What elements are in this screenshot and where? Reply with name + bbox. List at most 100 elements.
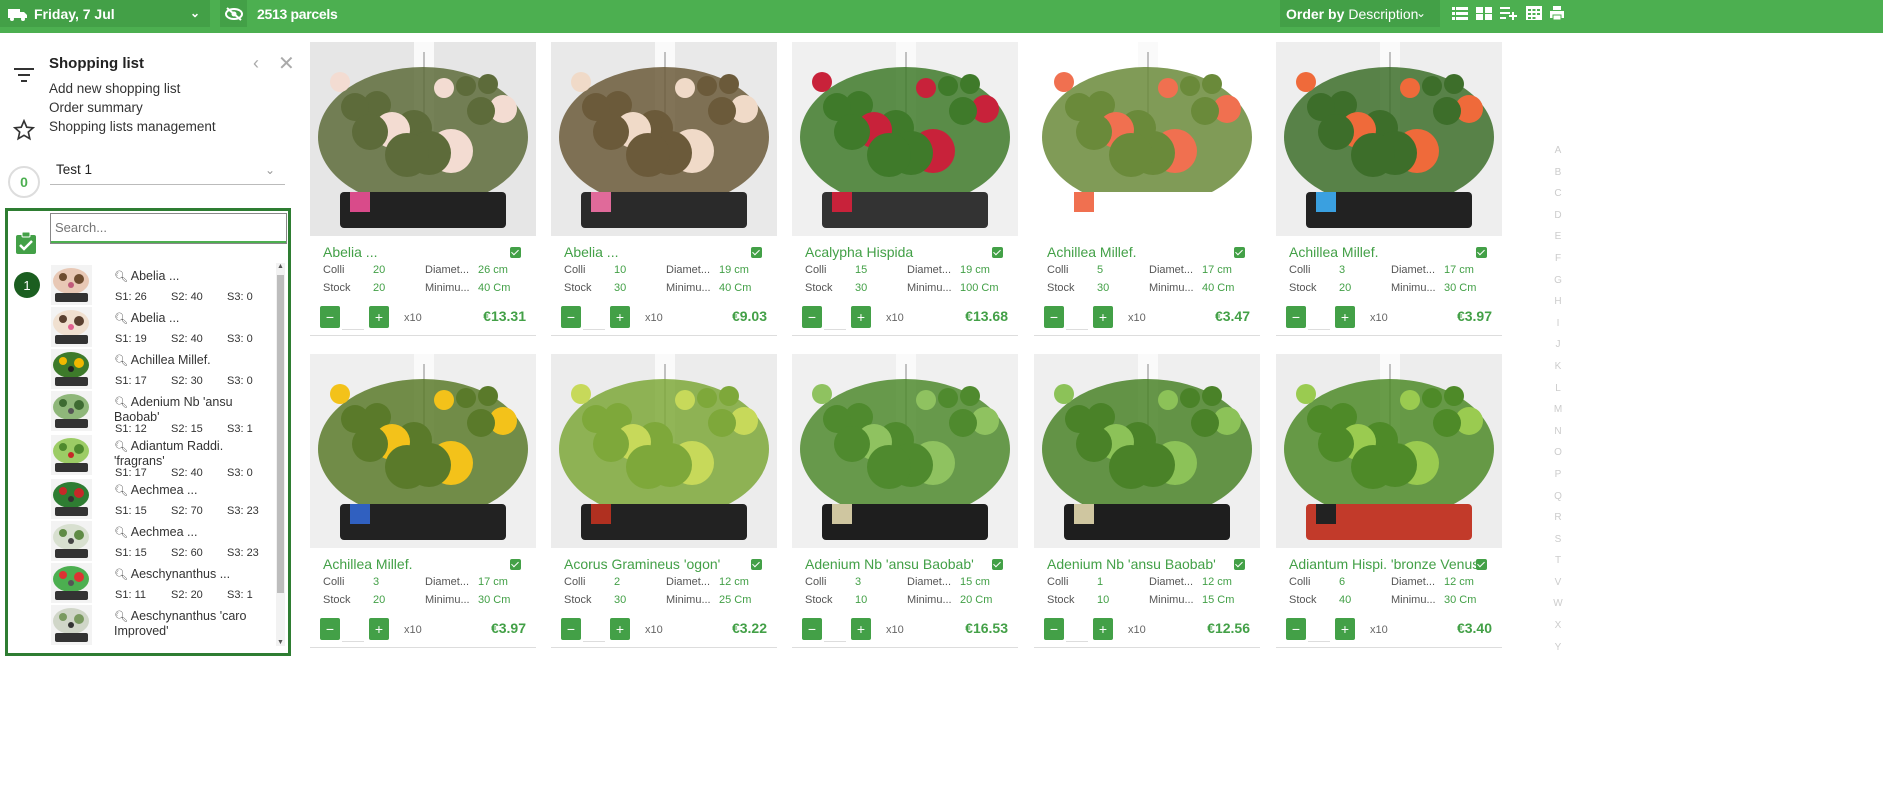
quantity-input[interactable] — [583, 304, 605, 330]
list-item[interactable]: 🔍︎ Abelia ... S1: 26 S2: 40 S3: 0 — [51, 263, 273, 305]
list-view-icon[interactable] — [1452, 5, 1468, 21]
product-card[interactable]: Abelia ... Colli 20 Diamet... 26 cm Stoc… — [310, 42, 536, 340]
increase-button[interactable]: + — [1335, 618, 1355, 640]
product-photo[interactable] — [792, 42, 1018, 236]
increase-button[interactable]: + — [1335, 306, 1355, 328]
alphabet-letter[interactable]: Y — [1551, 637, 1565, 659]
checkbox-checked-icon[interactable] — [1234, 247, 1245, 258]
star-icon[interactable] — [13, 119, 35, 141]
list-item-name[interactable]: 🔍︎ Adenium Nb 'ansu Baobab' — [114, 395, 273, 424]
product-photo[interactable] — [551, 354, 777, 548]
list-item[interactable]: 🔍︎ Aechmea ... S1: 15 S2: 60 S3: 23 — [51, 519, 273, 561]
decrease-button[interactable]: − — [320, 306, 340, 328]
list-item-name[interactable]: 🔍︎ Aechmea ... — [114, 483, 273, 498]
decrease-button[interactable]: − — [1044, 618, 1064, 640]
alphabet-letter[interactable]: N — [1551, 421, 1565, 443]
filter-icon[interactable] — [14, 67, 34, 83]
list-item-name[interactable]: 🔍︎ Abelia ... — [114, 269, 273, 284]
increase-button[interactable]: + — [369, 306, 389, 328]
product-name[interactable]: Acorus Gramineus 'ogon' — [564, 556, 754, 572]
product-name[interactable]: Adenium Nb 'ansu Baobab' — [1047, 556, 1237, 572]
product-name[interactable]: Acalypha Hispida — [805, 244, 995, 260]
checkbox-checked-icon[interactable] — [1476, 247, 1487, 258]
product-photo[interactable] — [310, 42, 536, 236]
product-card[interactable]: Achillea Millef. Colli 3 Diamet... 17 cm… — [1276, 42, 1502, 340]
alphabet-letter[interactable]: M — [1551, 399, 1565, 421]
product-card[interactable]: Abelia ... Colli 10 Diamet... 19 cm Stoc… — [551, 42, 777, 340]
scrollbar[interactable]: ▲ ▼ — [276, 263, 285, 646]
alphabet-letter[interactable]: E — [1551, 226, 1565, 248]
alphabet-letter[interactable]: T — [1551, 550, 1565, 572]
product-card[interactable]: Adiantum Hispi. 'bronze Venus Colli 6 Di… — [1276, 354, 1502, 652]
quantity-input[interactable] — [342, 616, 364, 642]
alphabet-letter[interactable]: X — [1551, 615, 1565, 637]
list-item[interactable]: 🔍︎ Aeschynanthus 'caro Improved' — [51, 603, 273, 646]
decrease-button[interactable]: − — [320, 618, 340, 640]
alphabet-letter[interactable]: H — [1551, 291, 1565, 313]
alphabet-letter[interactable]: Q — [1551, 486, 1565, 508]
product-photo[interactable] — [1276, 42, 1502, 236]
alphabet-letter[interactable]: G — [1551, 270, 1565, 292]
increase-button[interactable]: + — [851, 306, 871, 328]
quantity-input[interactable] — [1066, 616, 1088, 642]
product-card[interactable]: Adenium Nb 'ansu Baobab' Colli 1 Diamet.… — [1034, 354, 1260, 652]
list-item-name[interactable]: 🔍︎ Achillea Millef. — [114, 353, 273, 368]
product-name[interactable]: Achillea Millef. — [1289, 244, 1479, 260]
scroll-down-icon[interactable]: ▼ — [277, 639, 284, 646]
product-card[interactable]: Achillea Millef. Colli 3 Diamet... 17 cm… — [310, 354, 536, 652]
product-name[interactable]: Abelia ... — [323, 244, 513, 260]
alphabet-letter[interactable]: B — [1551, 162, 1565, 184]
alphabet-letter[interactable]: K — [1551, 356, 1565, 378]
order-summary-link[interactable]: Order summary — [49, 100, 143, 115]
quantity-input[interactable] — [1308, 304, 1330, 330]
increase-button[interactable]: + — [369, 618, 389, 640]
scroll-up-icon[interactable]: ▲ — [277, 263, 284, 270]
calendar-view-icon[interactable] — [1526, 5, 1542, 21]
checkbox-checked-icon[interactable] — [992, 247, 1003, 258]
alphabet-letter[interactable]: S — [1551, 529, 1565, 551]
product-photo[interactable] — [551, 42, 777, 236]
product-name[interactable]: Achillea Millef. — [323, 556, 513, 572]
decrease-button[interactable]: − — [1044, 306, 1064, 328]
checkbox-checked-icon[interactable] — [1234, 559, 1245, 570]
product-photo[interactable] — [792, 354, 1018, 548]
product-photo[interactable] — [1276, 354, 1502, 548]
grid-view-icon[interactable] — [1476, 5, 1492, 21]
product-photo[interactable] — [1034, 42, 1260, 236]
quantity-input[interactable] — [824, 616, 846, 642]
date-selector[interactable]: Friday, 7 Jul ⌄ — [0, 0, 210, 27]
list-item[interactable]: 🔍︎ Adiantum Raddi. 'fragrans' S1: 17 S2:… — [51, 433, 273, 479]
checkbox-checked-icon[interactable] — [510, 559, 521, 570]
quantity-input[interactable] — [1308, 616, 1330, 642]
alphabet-letter[interactable]: W — [1551, 593, 1565, 615]
decrease-button[interactable]: − — [802, 618, 822, 640]
product-card[interactable]: Achillea Millef. Colli 5 Diamet... 17 cm… — [1034, 42, 1260, 340]
increase-button[interactable]: + — [851, 618, 871, 640]
alphabet-letter[interactable]: R — [1551, 507, 1565, 529]
increase-button[interactable]: + — [1093, 306, 1113, 328]
product-name[interactable]: Adenium Nb 'ansu Baobab' — [805, 556, 995, 572]
list-item-name[interactable]: 🔍︎ Aeschynanthus ... — [114, 567, 273, 582]
list-item-name[interactable]: 🔍︎ Aeschynanthus 'caro Improved' — [114, 609, 273, 638]
shopping-lists-management-link[interactable]: Shopping lists management — [49, 119, 216, 134]
add-shopping-list-link[interactable]: Add new shopping list — [49, 81, 180, 96]
scrollbar-thumb[interactable] — [277, 275, 284, 593]
playlist-add-icon[interactable] — [1500, 5, 1518, 21]
list-item[interactable]: 🔍︎ Abelia ... S1: 19 S2: 40 S3: 0 — [51, 305, 273, 347]
alphabet-letter[interactable]: F — [1551, 248, 1565, 270]
quantity-input[interactable] — [583, 616, 605, 642]
quantity-input[interactable] — [1066, 304, 1088, 330]
product-photo[interactable] — [1034, 354, 1260, 548]
list-item[interactable]: 🔍︎ Aeschynanthus ... S1: 11 S2: 20 S3: 1 — [51, 561, 273, 603]
alphabet-letter[interactable]: V — [1551, 572, 1565, 594]
product-name[interactable]: Achillea Millef. — [1047, 244, 1237, 260]
checkbox-checked-icon[interactable] — [751, 559, 762, 570]
decrease-button[interactable]: − — [561, 618, 581, 640]
visibility-toggle[interactable] — [220, 0, 247, 27]
chevron-left-icon[interactable]: ‹ — [253, 53, 259, 74]
increase-button[interactable]: + — [610, 306, 630, 328]
decrease-button[interactable]: − — [561, 306, 581, 328]
increase-button[interactable]: + — [610, 618, 630, 640]
list-item[interactable]: 🔍︎ Adenium Nb 'ansu Baobab' S1: 12 S2: 1… — [51, 389, 273, 435]
list-item[interactable]: 🔍︎ Aechmea ... S1: 15 S2: 70 S3: 23 — [51, 477, 273, 519]
